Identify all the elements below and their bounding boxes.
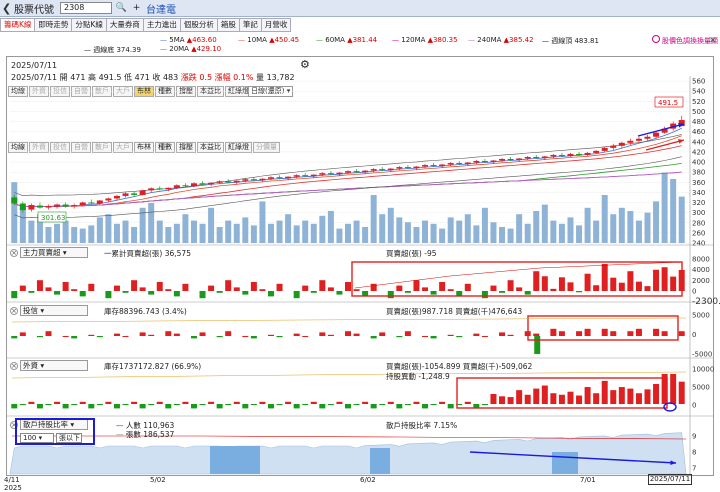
indicator-tab-2[interactable]: 投信 bbox=[50, 86, 70, 97]
add-icon[interactable]: + bbox=[131, 3, 142, 14]
panel2-select[interactable]: 投信 ▾ bbox=[20, 305, 88, 316]
year-label: 2025 bbox=[4, 484, 22, 492]
gear-icon[interactable]: ⚙ bbox=[300, 58, 310, 71]
stock-code-input[interactable]: 2308 bbox=[60, 2, 112, 14]
ma-legend: — 5MA ▲463.60 — 10MA ▲450.45 — 60MA ▲381… bbox=[0, 35, 640, 54]
ma-legend-20: — 20MA ▲429.10 bbox=[160, 45, 222, 53]
period-select[interactable]: 日線(還原) ▾ bbox=[248, 86, 294, 97]
info-icon bbox=[652, 35, 660, 43]
close-panel-icon[interactable]: × bbox=[10, 249, 18, 257]
indicator-tab2-5[interactable]: 大戶 bbox=[113, 142, 133, 153]
panel1-right-text: 買賣超(張) -95 bbox=[386, 249, 437, 258]
indicator-tab2-3[interactable]: 自營 bbox=[71, 142, 91, 153]
chart-frame bbox=[6, 56, 714, 476]
indicator-tab-0[interactable]: 均線 bbox=[8, 86, 28, 97]
date-label: 6/02 bbox=[360, 476, 376, 484]
panel3-right-text2: 持股異動 -1,248.9 bbox=[386, 372, 450, 381]
indicator-tab2-0[interactable]: 均線 bbox=[8, 142, 28, 153]
tab-box[interactable]: 箱股 bbox=[217, 18, 240, 32]
indicator-tab-5[interactable]: 大戶 bbox=[113, 86, 133, 97]
annotation-box bbox=[15, 418, 95, 445]
ma-legend-week-bottom: — 週線底 374.39 bbox=[84, 46, 141, 54]
indicator-tabs-overlay: 均線 外資 投信 自營 散戶 大戶 布林 種數 撐壓 本益比 紅綠燈 分價量 bbox=[8, 142, 280, 153]
ma-legend-120: — 120MA ▲380.35 bbox=[392, 36, 458, 44]
ma-legend-60: — 60MA ▲381.44 bbox=[316, 36, 378, 44]
indicator-tab-1[interactable]: 外資 bbox=[29, 86, 49, 97]
indicator-tab2-9[interactable]: 本益比 bbox=[197, 142, 224, 153]
indicator-tab-8[interactable]: 撐壓 bbox=[176, 86, 196, 97]
tab-chip-kline[interactable]: 籌碼K線 bbox=[0, 18, 36, 32]
indicator-tab2-11[interactable]: 分價量 bbox=[253, 142, 280, 153]
back-icon[interactable]: ❮ bbox=[2, 2, 12, 15]
tab-stock-analysis[interactable]: 個股分析 bbox=[180, 18, 218, 32]
tab-branch-kline[interactable]: 分點K線 bbox=[72, 18, 107, 32]
ma-legend-5: — 5MA ▲463.60 bbox=[160, 36, 217, 44]
close-panel-icon[interactable]: × bbox=[10, 362, 18, 370]
ma-legend-10: — 10MA ▲450.45 bbox=[238, 36, 300, 44]
indicator-tab-7[interactable]: 種數 bbox=[155, 86, 175, 97]
panel2-right-text: 買賣超(張)987.718 買賣超(千)476,643 bbox=[386, 307, 523, 316]
panel3-select[interactable]: 外資 ▾ bbox=[20, 360, 88, 371]
indicator-tab2-1[interactable]: 外資 bbox=[29, 142, 49, 153]
tab-realtime[interactable]: 即時走勢 bbox=[35, 18, 73, 32]
panel4-left-text2: — 張數 186,537 bbox=[116, 430, 175, 439]
indicator-tabs: 均線外資投信自營散戶大戶布林種數撐壓本益比紅綠燈分價量 bbox=[8, 86, 280, 97]
panel3-left-text: 庫存1737172.827 (66.9%) bbox=[104, 362, 202, 371]
price-summary: 2025/07/11 開 471 高 491.5 低 471 收 483 漲跌 … bbox=[11, 73, 295, 82]
panel1-extra: -2300. bbox=[692, 297, 720, 307]
price-date: 2025/07/11 bbox=[11, 61, 58, 70]
date-label: 5/02 bbox=[150, 476, 166, 484]
indicator-tab-6[interactable]: 布林 bbox=[134, 86, 154, 97]
indicator-tab2-2[interactable]: 投信 bbox=[50, 142, 70, 153]
ma-legend-240: — 240MA ▲385.42 bbox=[468, 36, 534, 44]
date-label: 7/01 bbox=[580, 476, 596, 484]
panel1-select[interactable]: 主力買賣超 ▾ bbox=[20, 247, 88, 258]
ma-legend-week-top: — 週線頂 483.81 bbox=[542, 37, 599, 45]
indicator-tab2-6[interactable]: 布林 bbox=[134, 142, 154, 153]
tab-main-force[interactable]: 主力進出 bbox=[143, 18, 181, 32]
stock-name: 台達電 bbox=[146, 4, 176, 16]
tab-notes[interactable]: 筆記 bbox=[239, 18, 262, 32]
date-label: 4/11 bbox=[4, 476, 20, 484]
indicator-tab2-8[interactable]: 撐壓 bbox=[176, 142, 196, 153]
indicator-tab-9[interactable]: 本益比 bbox=[197, 86, 224, 97]
cursor-date: 2025/07/11 bbox=[648, 474, 692, 485]
panel1-left-text: 一累計買賣超(張) 36,575 bbox=[104, 249, 191, 258]
panel2-left-text: 庫存88396.743 (3.4%) bbox=[104, 307, 187, 316]
indicator-tab-3[interactable]: 自營 bbox=[71, 86, 91, 97]
indicator-tab-4[interactable]: 散戶 bbox=[92, 86, 112, 97]
close-panel-icon[interactable]: × bbox=[10, 307, 18, 315]
tab-monthly-revenue[interactable]: 月營收 bbox=[261, 18, 292, 32]
close-icon[interactable]: ✕ bbox=[709, 36, 717, 46]
search-icon[interactable]: 🔍 bbox=[116, 3, 127, 14]
panel4-right-text: 散戶持股比率 7.15% bbox=[386, 421, 458, 430]
indicator-tab2-4[interactable]: 散戶 bbox=[92, 142, 112, 153]
title-bar: ❮ 股票代號 2308 🔍 + 台達電 bbox=[0, 0, 720, 17]
main-tabs: 籌碼K線 即時走勢 分點K線 大量券商 主力進出 個股分析 箱股 筆記 月營收 bbox=[0, 18, 292, 32]
tab-large-broker[interactable]: 大量券商 bbox=[106, 18, 144, 32]
window-title: 股票代號 bbox=[14, 4, 54, 16]
indicator-tab2-7[interactable]: 種數 bbox=[155, 142, 175, 153]
indicator-tab2-10[interactable]: 紅綠燈 bbox=[225, 142, 252, 153]
